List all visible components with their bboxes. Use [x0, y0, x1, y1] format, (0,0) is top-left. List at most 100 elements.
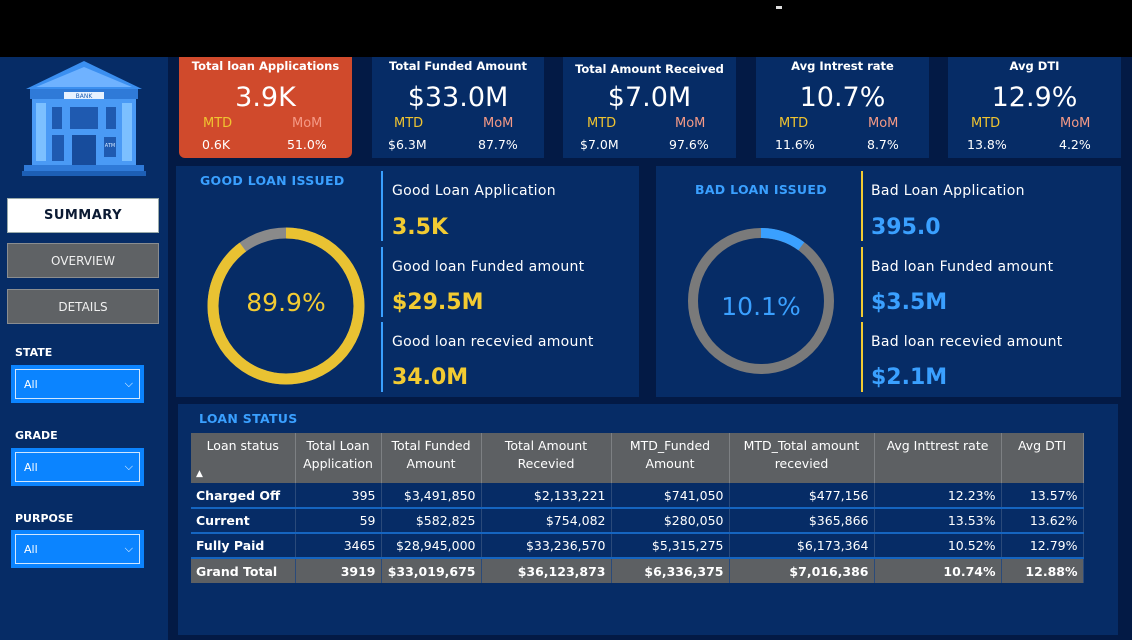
- grade-filter-label: GRADE: [15, 429, 58, 442]
- column-header-label: Loan status: [206, 438, 279, 453]
- kpi-mom-label: MoM: [483, 116, 514, 131]
- table-cell: 3465: [295, 533, 382, 559]
- chevron-down-icon: ⌵: [124, 542, 133, 555]
- kpi-mom-label: MoM: [292, 116, 323, 131]
- good-loan-funded-label: Good loan Funded amount: [392, 259, 585, 275]
- kpi-title: Total Funded Amount: [389, 59, 527, 73]
- kpi-mom-label: MoM: [868, 116, 899, 131]
- kpi-mom-value: 51.0%: [287, 137, 327, 152]
- kpi-title: Total Amount Received: [575, 62, 724, 76]
- table-cell: 10.74%: [874, 558, 1002, 583]
- table-cell: $6,173,364: [729, 533, 875, 559]
- kpi-mom-value: 8.7%: [867, 137, 899, 152]
- bad-loan-received-label: Bad loan recevied amount: [871, 334, 1063, 350]
- purpose-filter-select[interactable]: All ⌵: [11, 530, 144, 568]
- column-header-loan-status[interactable]: Loan status ▲: [191, 433, 296, 483]
- good-loan-funded-value: $29.5M: [392, 290, 484, 315]
- table-cell: 13.62%: [1001, 508, 1084, 534]
- kpi-value: $7.0M: [607, 82, 692, 113]
- state-filter-select[interactable]: All ⌵: [11, 365, 144, 403]
- bad-loan-application-value: 395.0: [871, 215, 941, 240]
- table-cell: $6,336,375: [611, 558, 730, 583]
- loan-status-title: LOAN STATUS: [199, 411, 298, 426]
- table-cell: 3919: [295, 558, 382, 583]
- table-cell: Grand Total: [191, 558, 296, 583]
- column-header-avg-interest[interactable]: Avg Inttrest rate: [874, 433, 1002, 483]
- good-loan-application-label: Good Loan Application: [392, 183, 556, 199]
- kpi-mom-value: 87.7%: [478, 137, 518, 152]
- table-total-row[interactable]: Grand Total 3919 $33,019,675 $36,123,873…: [191, 558, 1084, 583]
- table-cell: Charged Off: [191, 483, 296, 509]
- column-header-mtd-funded[interactable]: MTD_Funded Amount: [611, 433, 730, 483]
- kpi-card-avg-interest: Avg Intrest rate 10.7% MTD MoM 11.6% 8.7…: [756, 57, 929, 158]
- kpi-value: $33.0M: [407, 82, 509, 113]
- kpi-card-avg-dti: Avg DTI 12.9% MTD MoM 13.8% 4.2%: [948, 57, 1121, 158]
- kpi-mom-value: 97.6%: [669, 137, 709, 152]
- kpi-title: Total loan Applications: [191, 59, 340, 73]
- nav-details-button[interactable]: DETAILS: [7, 289, 159, 324]
- table-row[interactable]: Charged Off 395 $3,491,850 $2,133,221 $7…: [191, 483, 1084, 509]
- metric-divider: [861, 247, 863, 317]
- table-cell: $36,123,873: [481, 558, 612, 583]
- table-cell: $28,945,000: [381, 533, 482, 559]
- grade-filter-select[interactable]: All ⌵: [11, 448, 144, 486]
- table-cell: $5,315,275: [611, 533, 730, 559]
- kpi-mom-value: 4.2%: [1059, 137, 1091, 152]
- table-cell: $3,491,850: [381, 483, 482, 509]
- column-header-avg-dti[interactable]: Avg DTI: [1001, 433, 1084, 483]
- column-header-total-funded[interactable]: Total Funded Amount: [381, 433, 482, 483]
- table-cell: 13.57%: [1001, 483, 1084, 509]
- loan-status-table: Loan status ▲ Total Loan Application Tot…: [191, 433, 1084, 583]
- kpi-value: 3.9K: [235, 82, 296, 113]
- nav-overview-button[interactable]: OVERVIEW: [7, 243, 159, 278]
- table-row[interactable]: Current 59 $582,825 $754,082 $280,050 $3…: [191, 508, 1084, 534]
- bank-sign: BANK: [76, 93, 94, 100]
- state-filter-label: STATE: [15, 346, 53, 359]
- good-loan-received-label: Good loan recevied amount: [392, 334, 594, 350]
- table-cell: $741,050: [611, 483, 730, 509]
- window-indicator: [776, 6, 782, 9]
- metric-divider: [381, 247, 383, 317]
- kpi-card-amount-received: Total Amount Received $7.0M MTD MoM $7.0…: [563, 57, 736, 158]
- bank-icon: BANK ATM: [22, 61, 146, 176]
- kpi-mom-label: MoM: [1060, 116, 1091, 131]
- table-cell: 13.53%: [874, 508, 1002, 534]
- good-loan-title: GOOD LOAN ISSUED: [200, 173, 345, 188]
- bad-loan-funded-value: $3.5M: [871, 290, 948, 315]
- kpi-card-funded-amount: Total Funded Amount $33.0M MTD MoM $6.3M…: [372, 57, 544, 158]
- column-header-total-applications[interactable]: Total Loan Application: [295, 433, 382, 483]
- table-cell: $365,866: [729, 508, 875, 534]
- purpose-filter-label: PURPOSE: [15, 512, 74, 525]
- bad-loan-funded-label: Bad loan Funded amount: [871, 259, 1054, 275]
- table-cell: 12.23%: [874, 483, 1002, 509]
- table-cell: $582,825: [381, 508, 482, 534]
- chevron-down-icon: ⌵: [124, 460, 133, 473]
- table-cell: $7,016,386: [729, 558, 875, 583]
- table-cell: 12.88%: [1001, 558, 1084, 583]
- kpi-mtd-value: $7.0M: [580, 137, 619, 152]
- metric-divider: [861, 322, 863, 392]
- table-cell: $33,019,675: [381, 558, 482, 583]
- column-header-mtd-received[interactable]: MTD_Total amount recevied: [729, 433, 875, 483]
- kpi-mtd-value: 11.6%: [775, 137, 815, 152]
- kpi-title: Avg Intrest rate: [791, 59, 894, 73]
- good-loan-panel: GOOD LOAN ISSUED 89.9% Good Loan Applica…: [176, 166, 639, 397]
- kpi-mom-label: MoM: [675, 116, 706, 131]
- column-header-total-received[interactable]: Total Amount Recevied: [481, 433, 612, 483]
- sidebar: BANK ATM SUMMARY OVERVIEW DETAILS STATE …: [0, 57, 168, 640]
- kpi-value: 10.7%: [799, 82, 886, 113]
- table-cell: $2,133,221: [481, 483, 612, 509]
- bad-loan-percent: 10.1%: [721, 292, 801, 321]
- table-cell: 395: [295, 483, 382, 509]
- kpi-value: 12.9%: [991, 82, 1078, 113]
- table-cell: Current: [191, 508, 296, 534]
- table-row[interactable]: Fully Paid 3465 $28,945,000 $33,236,570 …: [191, 533, 1084, 559]
- kpi-mtd-label: MTD: [394, 116, 424, 131]
- good-loan-received-value: 34.0M: [392, 365, 469, 390]
- bad-loan-panel: BAD LOAN ISSUED 10.1% Bad Loan Applicati…: [656, 166, 1121, 397]
- chevron-down-icon: ⌵: [124, 377, 133, 390]
- nav-summary-button[interactable]: SUMMARY: [7, 198, 159, 233]
- state-filter-value: All: [24, 377, 38, 391]
- grade-filter-value: All: [24, 460, 38, 474]
- table-cell: $280,050: [611, 508, 730, 534]
